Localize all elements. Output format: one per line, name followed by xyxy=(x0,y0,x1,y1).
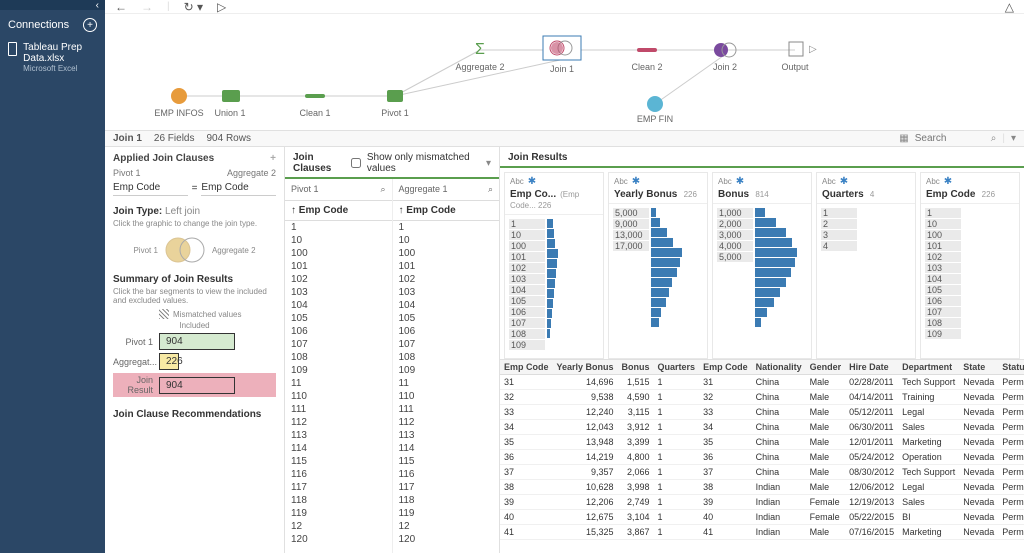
data-grid[interactable]: Emp CodeYearly BonusBonusQuartersEmp Cod… xyxy=(500,360,1024,540)
search-icon[interactable]: ⌕ xyxy=(991,133,997,144)
search-icon[interactable]: ⌕ xyxy=(488,184,493,195)
join-clauses-panel: Join Clauses Show only mismatched values… xyxy=(285,147,500,553)
profile-pane: Abc✱Emp Co...(Emp Code... 22611010010110… xyxy=(500,168,1024,360)
svg-text:Σ: Σ xyxy=(475,41,485,58)
pivot1-count[interactable]: 904 xyxy=(159,333,235,350)
clause-right-field[interactable]: Emp Code xyxy=(201,180,276,196)
connection-type: Microsoft Excel xyxy=(23,64,97,73)
sidebar: ‹ Connections + Tableau Prep Data.xlsx M… xyxy=(0,0,105,553)
connection-name: Tableau Prep Data.xlsx xyxy=(23,42,97,64)
venn-diagram[interactable] xyxy=(162,236,208,264)
svg-text:Join 1: Join 1 xyxy=(550,64,574,74)
applied-clauses-title: Applied Join Clauses xyxy=(113,153,214,164)
add-clause-button[interactable]: + xyxy=(270,153,276,164)
add-connection-button[interactable]: + xyxy=(83,18,97,32)
svg-text:▷: ▷ xyxy=(809,44,817,55)
run-button[interactable]: ▷ xyxy=(217,0,226,14)
svg-text:Aggregate 2: Aggregate 2 xyxy=(455,62,504,72)
back-button[interactable]: ← xyxy=(115,0,127,14)
svg-text:Join 2: Join 2 xyxy=(713,62,737,72)
connection-item[interactable]: Tableau Prep Data.xlsx Microsoft Excel xyxy=(0,38,105,77)
svg-text:EMP INFOS: EMP INFOS xyxy=(154,108,203,118)
sidebar-collapse[interactable]: ‹ xyxy=(0,0,105,10)
clause-left-field[interactable]: Emp Code xyxy=(113,180,188,196)
svg-text:Pivot 1: Pivot 1 xyxy=(381,108,409,118)
svg-text:Clean 1: Clean 1 xyxy=(299,108,330,118)
join-results-title: Join Results xyxy=(500,147,1024,168)
step-name: Join 1 xyxy=(113,133,142,144)
notifications-icon[interactable]: △ xyxy=(1005,0,1014,14)
svg-text:EMP FIN: EMP FIN xyxy=(637,114,673,124)
row-count: 904 Rows xyxy=(206,133,250,144)
svg-text:Union 1: Union 1 xyxy=(214,108,245,118)
forward-button[interactable]: → xyxy=(141,0,153,14)
more-menu[interactable]: ▾ xyxy=(1011,133,1016,144)
result-count[interactable]: 904 xyxy=(159,377,235,394)
join-clauses-title: Join Clauses xyxy=(293,152,345,174)
refresh-button[interactable]: ↻ ▾ xyxy=(184,0,203,14)
svg-text:Clean 2: Clean 2 xyxy=(631,62,662,72)
join-results-panel: Join Results Abc✱Emp Co...(Emp Code... 2… xyxy=(500,147,1024,553)
dropdown-icon[interactable]: ▾ xyxy=(486,158,491,169)
field-count: 26 Fields xyxy=(154,133,195,144)
clause-values-right[interactable]: 1101001011021031041051061071081091111011… xyxy=(393,221,500,553)
svg-text:Output: Output xyxy=(781,62,809,72)
file-icon xyxy=(8,42,17,56)
grid-icon[interactable]: ▦ xyxy=(899,133,908,144)
join-settings-panel: Applied Join Clauses+ Pivot 1Aggregate 2… xyxy=(105,147,285,553)
search-input[interactable] xyxy=(915,133,985,144)
connections-title: Connections xyxy=(8,19,69,31)
clause-values-left[interactable]: 1101001011021031041051061071081091111011… xyxy=(285,221,392,553)
flow-canvas[interactable]: EMP INFOS Union 1 Clean 1 Pivot 1 Σ Aggr… xyxy=(105,14,1024,131)
toolbar: ← → | ↻ ▾ ▷ △ xyxy=(105,0,1024,14)
search-icon[interactable]: ⌕ xyxy=(380,184,385,195)
aggregate-count[interactable]: 226 xyxy=(159,353,179,370)
mismatched-checkbox[interactable] xyxy=(351,158,361,168)
